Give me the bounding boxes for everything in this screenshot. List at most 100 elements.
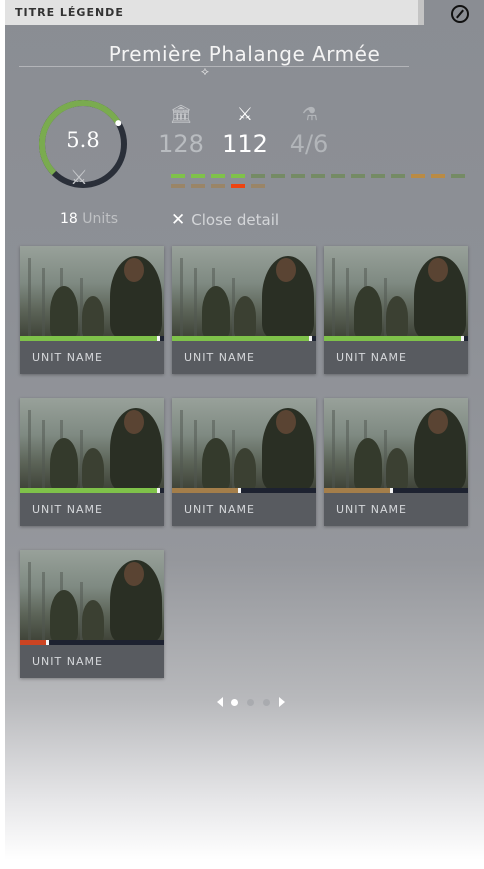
tree (28, 410, 31, 490)
compass-icon[interactable] (451, 5, 469, 23)
unit-name: UNIT NAME (184, 503, 255, 516)
health-bar (172, 336, 316, 341)
page-dot[interactable] (247, 699, 254, 706)
soldier-figure (234, 448, 256, 490)
strength-segment (411, 174, 425, 178)
warrior-head (276, 410, 296, 434)
health-bar-fill (20, 640, 49, 645)
soldier-figure (202, 286, 230, 338)
crossed-swords-icon: ⚔ (70, 165, 88, 189)
crossed-swords-icon: ⚔ (236, 104, 254, 125)
army-name: Première Phalange Armée (108, 42, 381, 66)
strength-segment (271, 174, 285, 178)
tree (42, 268, 45, 338)
title-bar: TITRE LÉGENDE (5, 0, 424, 25)
health-bar-fill (324, 488, 394, 493)
panel-title: TITRE LÉGENDE (15, 6, 124, 19)
unit-portrait (324, 398, 468, 490)
health-bar-fill (20, 488, 160, 493)
strength-segment (211, 184, 225, 188)
tree (346, 420, 349, 490)
unit-name: UNIT NAME (32, 655, 103, 668)
strength-segment (391, 174, 405, 178)
strength-segment (311, 174, 325, 178)
unit-name: UNIT NAME (336, 351, 407, 364)
tree (28, 258, 31, 338)
soldier-figure (50, 438, 78, 490)
unit-card[interactable]: UNIT NAME (20, 398, 164, 526)
unit-portrait (20, 246, 164, 338)
building-icon: 🏛 (169, 104, 193, 125)
strength-segment (191, 184, 205, 188)
strength-segment (171, 174, 185, 178)
strength-segment (251, 184, 265, 188)
unit-card[interactable]: UNIT NAME (20, 550, 164, 678)
tree (346, 268, 349, 338)
soldier-figure (82, 448, 104, 490)
health-bar-fill (172, 488, 242, 493)
close-detail-button[interactable]: ✕ Close detail (171, 210, 279, 230)
stat-building-value: 128 (158, 130, 204, 158)
tree (194, 420, 197, 490)
soldier-figure (234, 296, 256, 338)
unit-portrait (20, 398, 164, 490)
unit-name: UNIT NAME (184, 351, 255, 364)
health-bar-tip (156, 488, 160, 493)
army-panel: TITRE LÉGENDE Première Phalange Armée ⟡ … (5, 0, 484, 860)
unit-card[interactable]: UNIT NAME (172, 246, 316, 374)
unit-card[interactable]: UNIT NAME (324, 246, 468, 374)
unit-portrait (324, 246, 468, 338)
close-icon: ✕ (171, 210, 186, 230)
unit-card[interactable]: UNIT NAME (20, 246, 164, 374)
soldier-figure (354, 286, 382, 338)
warrior-head (428, 258, 448, 282)
pagination (217, 697, 287, 709)
soldier-figure (50, 590, 78, 642)
title-ornament-icon: ⟡ (201, 64, 209, 78)
health-bar (324, 488, 468, 493)
soldier-figure (50, 286, 78, 338)
stat-attack-value: 112 (222, 130, 268, 158)
prev-page-icon[interactable] (217, 697, 223, 707)
strength-segment (191, 174, 205, 178)
strength-segment (351, 174, 365, 178)
health-bar-fill (172, 336, 312, 341)
unit-name: UNIT NAME (336, 503, 407, 516)
strength-score: 5.8 (66, 128, 100, 152)
tree (194, 268, 197, 338)
health-bar-fill (20, 336, 160, 341)
tree (180, 258, 183, 338)
unit-name: UNIT NAME (32, 351, 103, 364)
strength-segment (291, 174, 305, 178)
strength-segment (371, 174, 385, 178)
tree (332, 410, 335, 490)
unit-card[interactable]: UNIT NAME (172, 398, 316, 526)
health-bar (20, 336, 164, 341)
unit-count: 18 Units (60, 211, 118, 227)
page-dot-active[interactable] (231, 699, 238, 706)
soldier-figure (354, 438, 382, 490)
soldier-figure (386, 448, 408, 490)
strength-segment (231, 174, 245, 178)
health-bar-tip (45, 640, 49, 645)
health-bar-tip (460, 336, 464, 341)
strength-segment (171, 184, 185, 188)
health-bar-tip (308, 336, 312, 341)
strength-segment (231, 184, 245, 188)
gauge-tip (115, 120, 122, 127)
strength-segment (251, 174, 265, 178)
stat-research-value: 4/6 (289, 130, 329, 158)
unit-count-label: Units (82, 211, 119, 227)
strength-segment (211, 174, 225, 178)
warrior-head (124, 562, 144, 586)
unit-card[interactable]: UNIT NAME (324, 398, 468, 526)
warrior-head (428, 410, 448, 434)
health-bar-tip (390, 488, 394, 493)
strength-segment-bar (171, 174, 471, 194)
tree (180, 410, 183, 490)
next-page-icon[interactable] (279, 697, 285, 707)
page-dot[interactable] (263, 699, 270, 706)
unit-portrait (172, 398, 316, 490)
strength-segment (451, 174, 465, 178)
tree (42, 572, 45, 642)
